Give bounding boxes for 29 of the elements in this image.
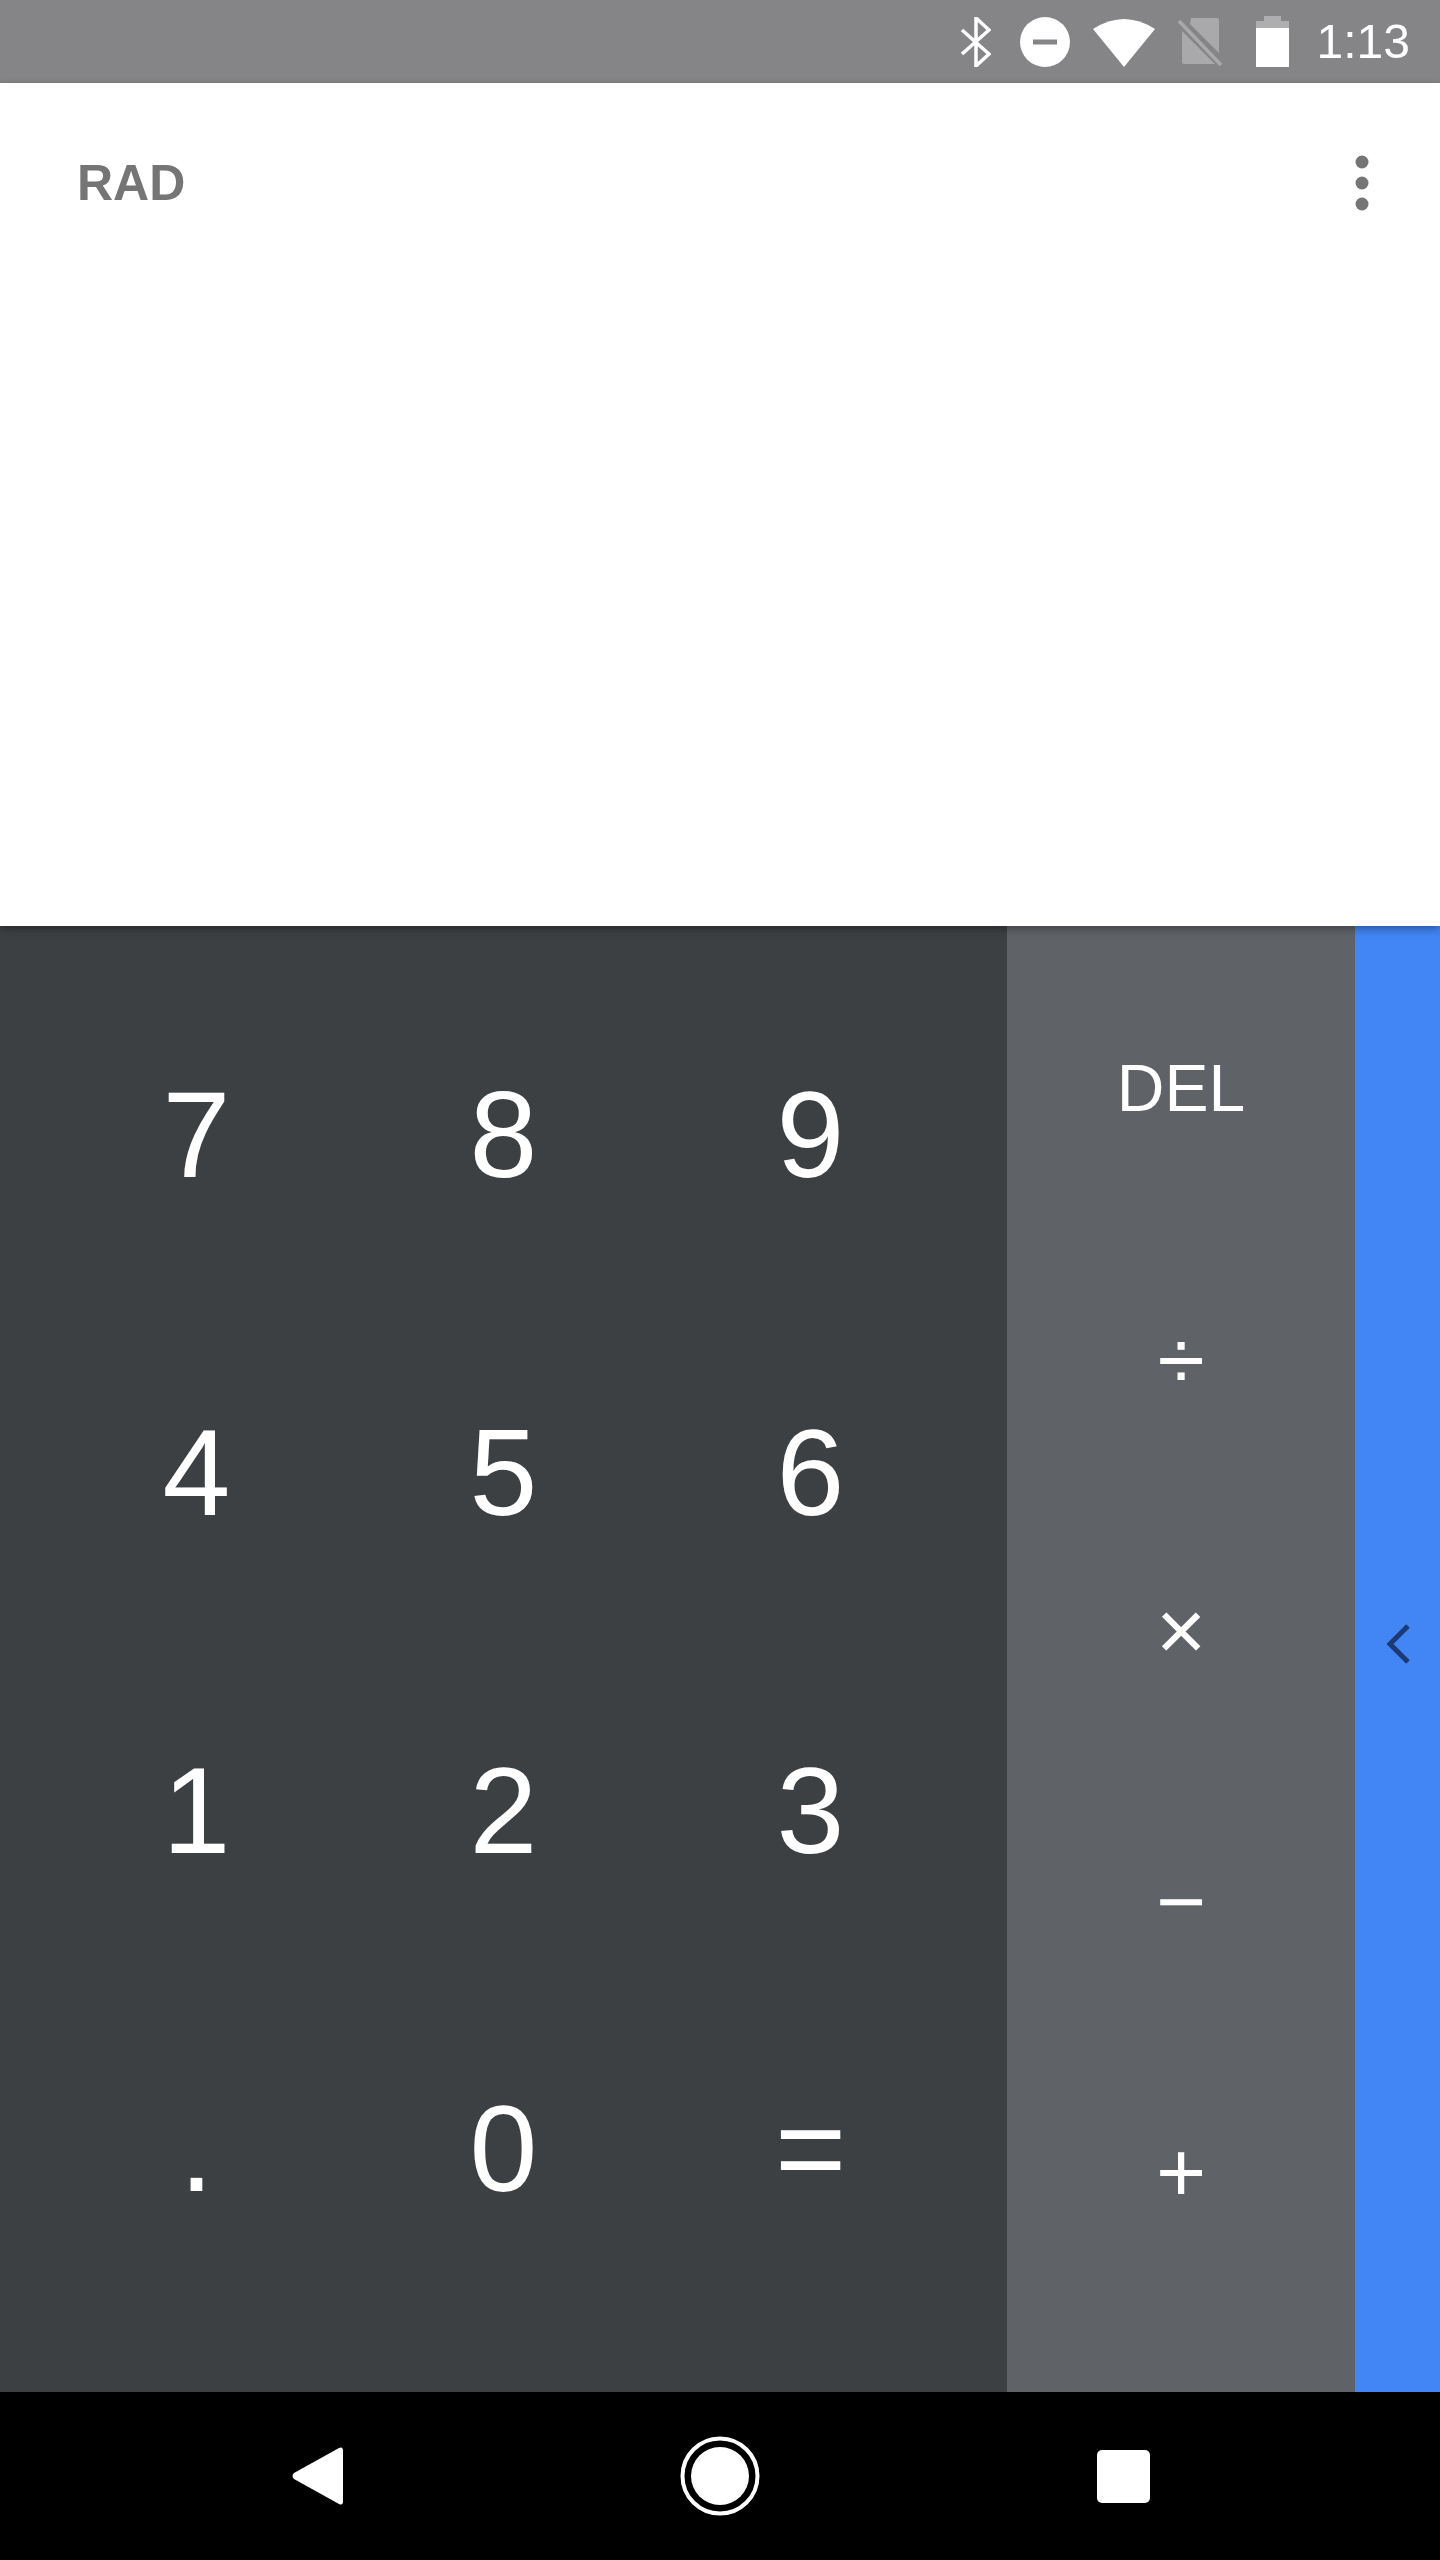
home-icon[interactable] (680, 2436, 760, 2516)
operator-key[interactable]: − (1007, 1765, 1355, 2036)
angle-mode-label: RAD (77, 158, 186, 208)
do-not-disturb-icon (1019, 16, 1070, 67)
digit-key[interactable]: 1 (43, 1642, 350, 1980)
chevron-left-icon (1384, 1624, 1411, 1664)
no-sim-icon (1176, 16, 1224, 67)
operator-key[interactable]: × (1007, 1494, 1355, 1765)
wifi-icon (1092, 16, 1155, 67)
battery-icon (1255, 16, 1289, 67)
back-icon[interactable] (291, 2446, 343, 2506)
bluetooth-icon (959, 16, 991, 67)
clock-time: 1:13 (1316, 17, 1410, 66)
digit-key[interactable]: 5 (350, 1304, 657, 1642)
delete-key[interactable]: DEL (1007, 952, 1355, 1223)
digit-key[interactable]: . (43, 1980, 350, 2318)
digit-key[interactable]: 6 (657, 1304, 964, 1642)
digit-key[interactable]: = (657, 1980, 964, 2318)
digit-key[interactable]: 8 (350, 966, 657, 1304)
overflow-menu-icon[interactable] (1355, 155, 1369, 211)
digit-key[interactable]: 4 (43, 1304, 350, 1642)
operator-key[interactable]: ÷ (1007, 1223, 1355, 1494)
digit-key[interactable]: 2 (350, 1642, 657, 1980)
digit-key[interactable]: 0 (350, 1980, 657, 2318)
digit-key[interactable]: 9 (657, 966, 964, 1304)
operator-key[interactable]: + (1007, 2036, 1355, 2307)
digit-key[interactable]: 3 (657, 1642, 964, 1980)
recents-icon[interactable] (1096, 2449, 1150, 2503)
digit-key[interactable]: 7 (43, 966, 350, 1304)
